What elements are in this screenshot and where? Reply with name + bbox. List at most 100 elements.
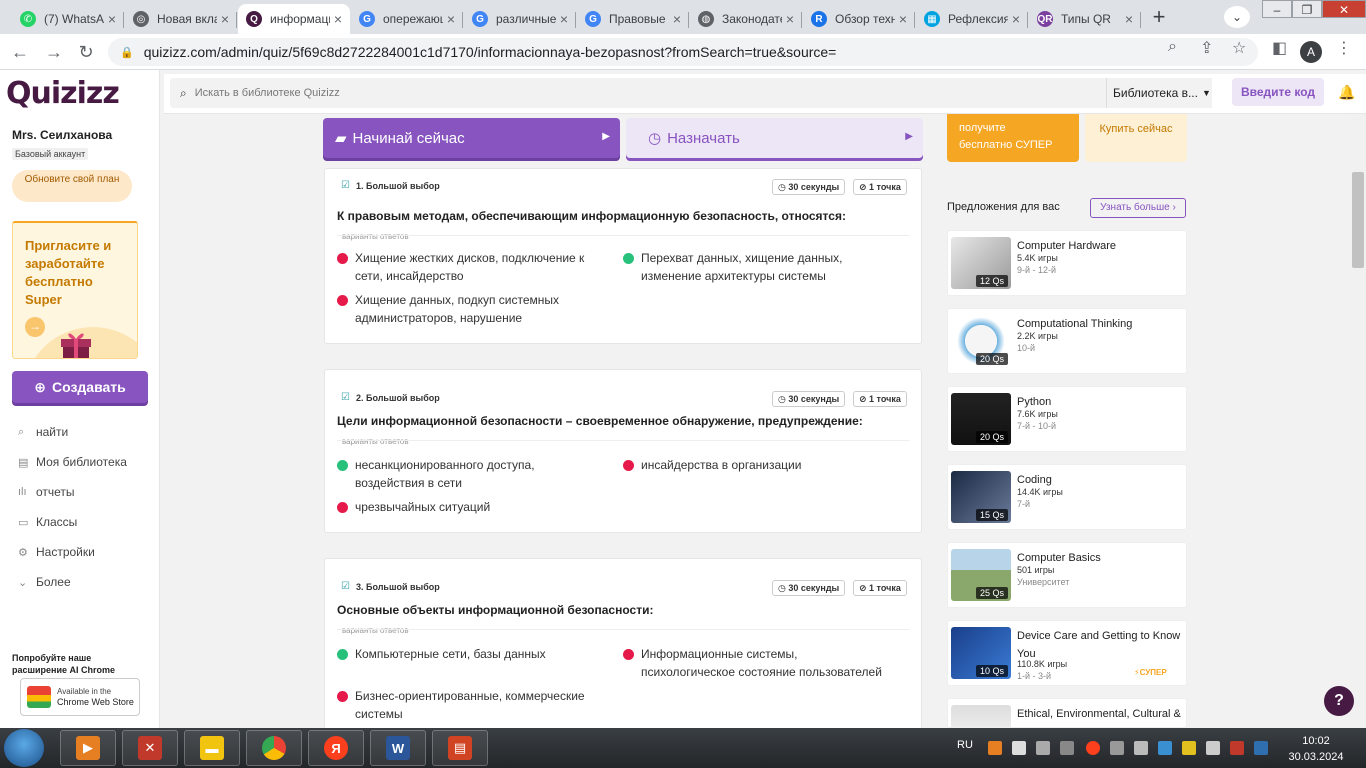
taskbar-app-red[interactable]: ✕ — [122, 730, 178, 766]
create-button[interactable]: ⊕ Создавать — [12, 371, 148, 403]
quizizz-logo[interactable]: Quizizz — [6, 76, 120, 111]
help-button[interactable]: ? — [1324, 686, 1354, 716]
browser-tab[interactable]: Gразличные × — [464, 4, 576, 34]
suggestion-card[interactable]: Ethical, Environmental, Cultural & Legal — [947, 698, 1187, 728]
question-card[interactable]: ☑ 2. Большой выбор ◷ 30 секунды ⊘ 1 точка Це… — [324, 369, 922, 533]
system-clock[interactable]: 10:02 30.03.2024 — [1286, 733, 1346, 765]
start-menu-button[interactable] — [4, 729, 44, 767]
suggestion-card[interactable]: 12 Qs Computer Hardware 5.4K игры 9-й - 12-… — [947, 230, 1187, 296]
start-now-button[interactable]: ▰ Начинай сейчас ▶ — [323, 118, 620, 158]
minimize-button[interactable]: – — [1262, 0, 1292, 18]
taskbar-explorer[interactable]: ▬ — [184, 730, 240, 766]
taskbar-chrome[interactable] — [246, 730, 302, 766]
tab-close-icon[interactable]: × — [1125, 11, 1133, 27]
tray-app-icon[interactable] — [988, 741, 1002, 755]
taskbar-yandex[interactable]: Я — [308, 730, 364, 766]
invite-earn-card[interactable]: Пригласите и заработайте бесплатно Super… — [12, 221, 138, 359]
taskbar-media-player[interactable]: ▶ — [60, 730, 116, 766]
browser-tab[interactable]: ✆ (7) WhatsApp × — [12, 4, 124, 34]
side-panel-icon[interactable]: ◧ — [1272, 38, 1287, 58]
correct-answer-dot — [337, 460, 348, 471]
browser-tab[interactable]: ◍ Законодательство × — [690, 4, 802, 34]
tab-separator — [1140, 12, 1141, 28]
bell-icon[interactable]: 🔔 — [1338, 84, 1355, 101]
tab-separator — [575, 12, 576, 28]
taskbar-word[interactable]: W — [370, 730, 426, 766]
super-promo-card[interactable]: получите бесплатно СУПЕР — [947, 114, 1079, 162]
assign-button[interactable]: ◷ Назначать ▶ — [626, 118, 923, 158]
back-icon[interactable]: ← — [8, 40, 32, 64]
scrollbar-thumb[interactable] — [1352, 172, 1364, 268]
library-scope-select[interactable]: Библиотека в... ▼ — [1106, 78, 1212, 108]
suggestion-card[interactable]: 20 Qs Python 7.6K игры 7-й - 10-й — [947, 386, 1187, 452]
new-tab-button[interactable]: + — [1146, 6, 1172, 30]
taskbar-powerpoint[interactable]: ▤ — [432, 730, 488, 766]
sidebar-nav-item[interactable]: ⚙ Настройки — [18, 545, 95, 559]
tray-power-icon[interactable] — [1182, 741, 1196, 755]
buy-now-button[interactable]: Купить сейчас — [1085, 114, 1187, 162]
tab-close-icon[interactable]: × — [447, 11, 455, 27]
suggestion-grade: 10-й — [1017, 343, 1036, 353]
browser-tab[interactable]: QR Типы QR × — [1029, 4, 1141, 34]
tray-network-icon[interactable] — [1158, 741, 1172, 755]
tab-close-icon[interactable]: × — [221, 11, 229, 27]
suggestion-card[interactable]: 20 Qs Computational Thinking 2.2K игры 10-й — [947, 308, 1187, 374]
chrome-menu-icon[interactable]: ⋮ — [1336, 38, 1352, 58]
plus-circle-icon: ⊕ — [34, 378, 46, 395]
enter-code-button[interactable]: Введите код — [1232, 78, 1324, 106]
tab-title: Типы QR — [1061, 12, 1111, 26]
sidebar-nav-item[interactable]: ⌄ Более — [18, 575, 71, 589]
question-card[interactable]: ☑ 3. Большой выбор ◷ 30 секунды ⊘ 1 точка Ос… — [324, 558, 922, 738]
tray-clock-icon[interactable] — [1110, 741, 1124, 755]
language-indicator[interactable]: RU — [957, 739, 973, 751]
page-scrollbar[interactable] — [1350, 114, 1366, 728]
browser-tab[interactable]: ◎ Новая вкладка × — [125, 4, 237, 34]
bookmark-star-icon[interactable]: ☆ — [1232, 38, 1246, 58]
signal-icon[interactable] — [1012, 741, 1026, 755]
profile-avatar[interactable]: A — [1300, 41, 1322, 63]
tab-close-icon[interactable]: × — [108, 11, 116, 27]
tab-close-icon[interactable]: × — [560, 11, 568, 27]
tray-flag-icon[interactable] — [1230, 741, 1244, 755]
zoom-icon[interactable]: ⌕ — [1168, 38, 1177, 56]
check-circle-icon: ⊘ — [859, 583, 870, 593]
share-icon[interactable]: ⇪ — [1200, 38, 1213, 58]
volume-icon[interactable] — [1206, 741, 1220, 755]
tab-close-icon[interactable]: × — [673, 11, 681, 27]
browser-tab[interactable]: Qинформационная безопасность × — [238, 4, 350, 34]
close-window-button[interactable]: ✕ — [1322, 0, 1366, 18]
learn-more-button[interactable]: Узнать больше › — [1090, 198, 1186, 218]
tab-close-icon[interactable]: × — [786, 11, 794, 27]
answer-text: чрезвычайных ситуаций — [355, 500, 491, 514]
maximize-button[interactable]: ❐ — [1292, 0, 1322, 18]
tab-close-icon[interactable]: × — [334, 11, 342, 27]
address-bar[interactable]: 🔒 quizizz.com/admin/quiz/5f69c8d27222840… — [108, 38, 1258, 66]
suggestion-card[interactable]: 15 Qs Coding 14.4K игры 7-й — [947, 464, 1187, 530]
question-type-label: 2. Большой выбор — [355, 392, 440, 403]
tab-separator — [1027, 12, 1028, 28]
sidebar-nav-item[interactable]: ▤ Моя библиотека — [18, 455, 127, 469]
tray-yandex-icon[interactable] — [1086, 741, 1100, 755]
forward-icon[interactable]: → — [42, 40, 66, 64]
tab-search-button[interactable]: ⌄ — [1224, 6, 1250, 28]
library-search-input[interactable]: ⌕ Искать в библиотеке Quizizz — [170, 78, 1212, 108]
sidebar-nav-item[interactable]: ılı отчеты — [18, 485, 75, 499]
sidebar-nav-item[interactable]: ▭ Классы — [18, 515, 77, 529]
tray-settings-icon[interactable] — [1134, 741, 1148, 755]
tab-close-icon[interactable]: × — [1012, 11, 1020, 27]
tab-close-icon[interactable]: × — [899, 11, 907, 27]
question-card[interactable]: ☑ 1. Большой выбор ◷ 30 секунды ⊘ 1 точка К … — [324, 168, 922, 344]
tray-print-icon[interactable] — [1060, 741, 1074, 755]
tray-show-desktop-icon[interactable] — [1254, 741, 1268, 755]
browser-tab[interactable]: R Обзор техник × — [803, 4, 915, 34]
upgrade-plan-button[interactable]: Обновите свой план — [12, 170, 132, 202]
browser-tab[interactable]: ▦ Рефлексия × — [916, 4, 1028, 34]
suggestion-card[interactable]: 25 Qs Computer Basics 501 игры Университет — [947, 542, 1187, 608]
arrow-right-icon[interactable]: → — [25, 317, 45, 337]
browser-tab[interactable]: Gопережающее × — [351, 4, 463, 34]
tray-monitor-icon[interactable] — [1036, 741, 1050, 755]
sidebar-nav-item[interactable]: ⌕ найти — [18, 425, 68, 439]
browser-tab[interactable]: G Правовые × — [577, 4, 689, 34]
chrome-web-store-badge[interactable]: Available in the Chrome Web Store — [20, 678, 140, 716]
reload-icon[interactable]: ↻ — [74, 40, 98, 64]
